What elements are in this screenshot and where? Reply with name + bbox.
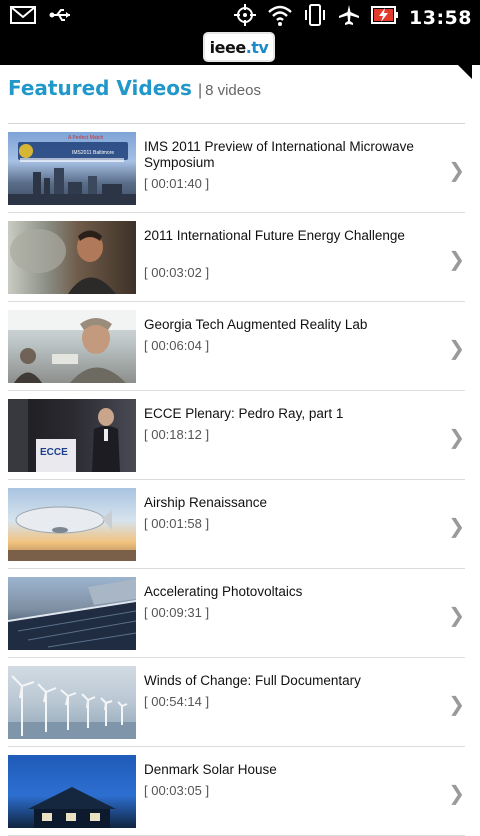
header-separator: | xyxy=(197,82,203,99)
video-count: 8 videos xyxy=(205,82,261,99)
video-row-7[interactable]: Winds of Change: Full Documentary [ 00:5… xyxy=(8,658,465,747)
page-title: Featured Videos xyxy=(8,76,192,100)
video-duration: [ 00:03:05 ] xyxy=(144,783,210,798)
video-row-4[interactable]: ECCE ECCE Plenary: Pedro Ray, part 1 [ 0… xyxy=(8,391,465,480)
video-title[interactable]: IMS 2011 Preview of International Microw… xyxy=(144,139,424,171)
chevron-right-icon[interactable]: ❯ xyxy=(448,781,465,805)
video-thumbnail[interactable] xyxy=(8,666,136,739)
video-duration: [ 00:01:58 ] xyxy=(144,516,210,531)
chevron-right-icon[interactable]: ❯ xyxy=(448,514,465,538)
vibrate-icon xyxy=(303,3,327,32)
video-row-6[interactable]: Accelerating Photovoltaics [ 00:09:31 ] … xyxy=(8,569,465,658)
video-row-2[interactable]: 2011 International Future Energy Challen… xyxy=(8,213,465,302)
video-thumbnail[interactable] xyxy=(8,221,136,294)
video-title[interactable]: Winds of Change: Full Documentary xyxy=(144,673,424,689)
corner-notch xyxy=(458,65,472,79)
video-title[interactable]: ECCE Plenary: Pedro Ray, part 1 xyxy=(144,406,424,422)
status-clock: 13:58 xyxy=(409,6,472,29)
video-title[interactable]: 2011 International Future Energy Challen… xyxy=(144,228,424,244)
video-title[interactable]: Georgia Tech Augmented Reality Lab xyxy=(144,317,424,333)
status-bar: 13:58 xyxy=(0,0,480,31)
logo-tv-text: .tv xyxy=(245,37,269,57)
thumbnail-caption-2: IMS2011 Baltimore xyxy=(72,150,114,156)
chevron-right-icon[interactable]: ❯ xyxy=(448,336,465,360)
airplane-icon xyxy=(337,3,361,32)
video-thumbnail[interactable] xyxy=(8,755,136,828)
app-bar: ieee.tv xyxy=(0,31,480,65)
chevron-right-icon[interactable]: ❯ xyxy=(448,425,465,449)
thumbnail-caption-3: ECCE xyxy=(40,447,68,458)
usb-icon xyxy=(48,6,74,29)
video-duration: [ 00:54:14 ] xyxy=(144,694,210,709)
section-header: Featured Videos | 8 videos xyxy=(8,76,261,100)
battery-charging-icon xyxy=(371,4,399,31)
chevron-right-icon[interactable]: ❯ xyxy=(448,247,465,271)
video-duration: [ 00:06:04 ] xyxy=(144,338,210,353)
logo-main-text: ieee xyxy=(209,37,247,57)
video-row-8[interactable]: Denmark Solar House [ 00:03:05 ] ❯ xyxy=(8,747,465,836)
video-title[interactable]: Airship Renaissance xyxy=(144,495,424,511)
video-row-3[interactable]: Georgia Tech Augmented Reality Lab [ 00:… xyxy=(8,302,465,391)
gps-icon xyxy=(233,3,257,32)
video-thumbnail[interactable] xyxy=(8,577,136,650)
thumbnail-caption-1: A Perfect Match xyxy=(68,135,104,141)
video-duration: [ 00:03:02 ] xyxy=(144,265,210,280)
video-title[interactable]: Denmark Solar House xyxy=(144,762,424,778)
video-thumbnail[interactable] xyxy=(8,310,136,383)
wifi-icon xyxy=(267,4,293,31)
video-duration: [ 00:09:31 ] xyxy=(144,605,210,620)
video-duration: [ 00:18:12 ] xyxy=(144,427,210,442)
chevron-right-icon[interactable]: ❯ xyxy=(448,692,465,716)
video-list: A Perfect Match IMS2011 Baltimore IMS 20… xyxy=(0,124,480,836)
video-thumbnail[interactable]: ECCE xyxy=(8,399,136,472)
chevron-right-icon[interactable]: ❯ xyxy=(448,158,465,182)
chevron-right-icon[interactable]: ❯ xyxy=(448,603,465,627)
ieee-tv-logo[interactable]: ieee.tv xyxy=(205,34,273,60)
video-row-5[interactable]: Airship Renaissance [ 00:01:58 ] ❯ xyxy=(8,480,465,569)
video-row-1[interactable]: A Perfect Match IMS2011 Baltimore IMS 20… xyxy=(8,124,465,213)
video-duration: [ 00:01:40 ] xyxy=(144,176,210,191)
video-title[interactable]: Accelerating Photovoltaics xyxy=(144,584,424,600)
video-thumbnail[interactable] xyxy=(8,488,136,561)
video-thumbnail[interactable]: A Perfect Match IMS2011 Baltimore xyxy=(8,132,136,205)
gmail-icon xyxy=(10,5,36,30)
